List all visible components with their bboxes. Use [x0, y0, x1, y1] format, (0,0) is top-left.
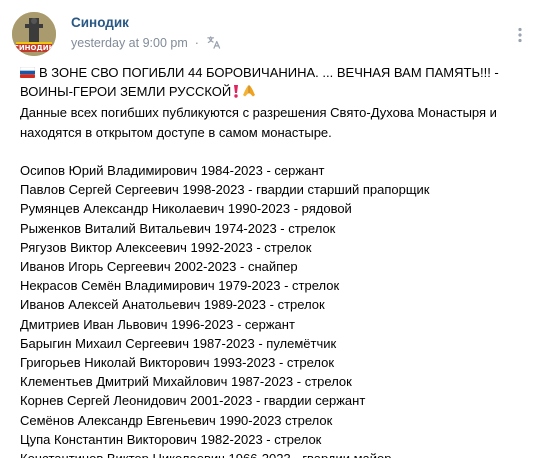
list-item: Григорьев Николай Викторович 1993-2023 -… [20, 355, 335, 371]
list-item: Иванов Игорь Сергеевич 2002-2023 - снайп… [20, 259, 298, 275]
list-item: Иванов Алексей Анатольевич 1989-2023 - с… [20, 297, 325, 313]
post-intro: Данные всех погибших публикуются с разре… [20, 105, 497, 140]
list-item: Павлов Сергей Сергеевич 1998-2023 - гвар… [20, 182, 430, 198]
list-item: Рягузов Виктор Алексеевич 1992-2023 - ст… [20, 239, 312, 255]
more-options-icon[interactable] [511, 26, 529, 44]
post-card: СИНОДИК Синодик yesterday at 9:00 pm · В… [0, 0, 543, 458]
translate-icon[interactable] [206, 35, 221, 50]
names-list: Осипов Юрий Владимирович 1984-2023 - сер… [20, 161, 525, 458]
post-text: В ЗОНЕ СВО ПОГИБЛИ 44 БОРОВИЧАНИНА. ... … [20, 63, 525, 458]
avatar[interactable]: СИНОДИК [12, 12, 56, 56]
post-headline-line: В ЗОНЕ СВО ПОГИБЛИ 44 БОРОВИЧАНИНА. ... … [20, 63, 525, 103]
post-timestamp[interactable]: yesterday at 9:00 pm [71, 36, 188, 50]
list-item: Цупа Константин Викторович 1982-2023 - с… [20, 431, 322, 447]
author-name[interactable]: Синодик [71, 15, 129, 30]
list-item: Барыгин Михаил Сергеевич 1987-2023 - пул… [20, 335, 337, 351]
praying-hands-emoji [241, 84, 257, 103]
list-item: Семёнов Александр Евгеньевич 1990-2023 с… [20, 412, 333, 428]
list-item: Корнев Сергей Леонидович 2001-2023 - гва… [20, 393, 366, 409]
post-meta: yesterday at 9:00 pm · [71, 35, 221, 50]
list-item: Румянцев Александр Николаевич 1990-2023 … [20, 201, 352, 217]
svg-text:СИНОДИК: СИНОДИК [14, 44, 55, 52]
red-exclamation-emoji [231, 84, 241, 103]
russia-flag-icon [20, 67, 35, 78]
list-item: Константинов Виктор Николаевич 1966-2023… [20, 449, 525, 458]
meta-separator: · [194, 35, 199, 50]
post-header: СИНОДИК Синодик yesterday at 9:00 pm · [12, 12, 531, 56]
list-item: Осипов Юрий Владимирович 1984-2023 - сер… [20, 163, 325, 178]
monument-avatar-icon: СИНОДИК [12, 12, 56, 56]
list-item: Рыженков Виталий Витальевич 1974-2023 - … [20, 220, 336, 236]
post-headline: В ЗОНЕ СВО ПОГИБЛИ 44 БОРОВИЧАНИНА. ... … [20, 65, 499, 100]
list-item: Некрасов Семён Владимирович 1979-2023 - … [20, 278, 340, 294]
list-item: Дмитриев Иван Львович 1996-2023 - сержан… [20, 316, 295, 332]
list-item: Клементьев Дмитрий Михайлович 1987-2023 … [20, 374, 352, 390]
